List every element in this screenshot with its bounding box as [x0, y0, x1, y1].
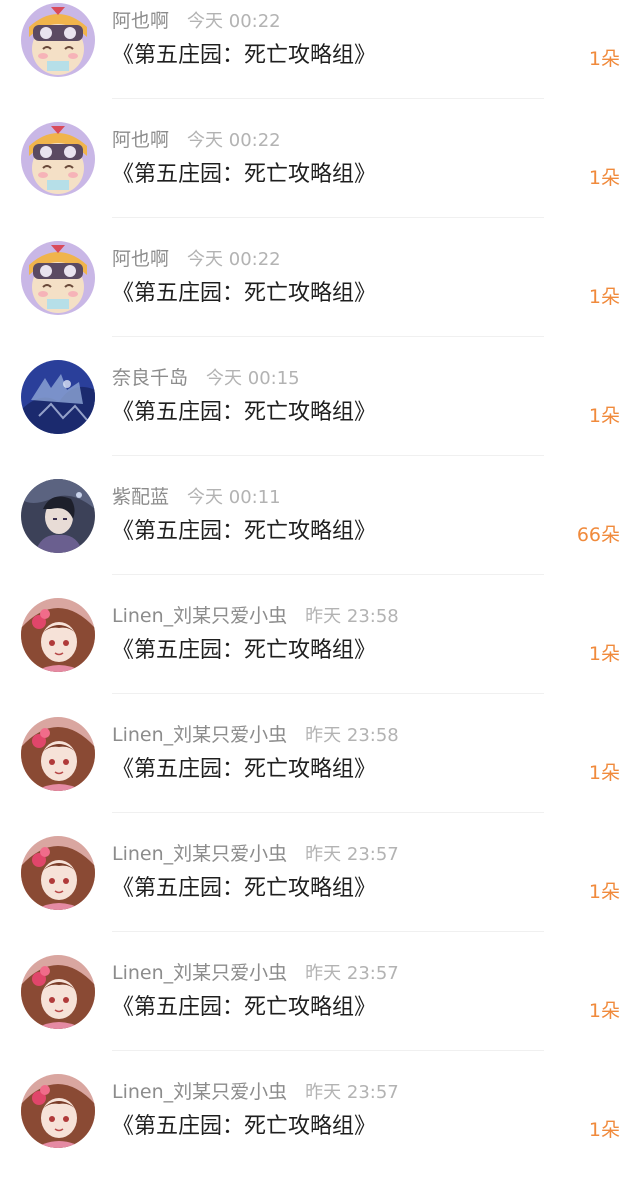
divider	[112, 217, 544, 218]
divider	[112, 455, 544, 456]
list-item[interactable]: Linen_刘某只爱小虫 昨天 23:57 《第五庄园：死亡攻略组》 1朵	[0, 952, 640, 1071]
work-title[interactable]: 《第五庄园：死亡攻略组》	[112, 632, 376, 664]
anime-girl-goggles-avatar[interactable]	[21, 241, 95, 315]
timestamp: 昨天 23:57	[305, 963, 399, 984]
sender-name[interactable]: 奈良千岛	[112, 363, 188, 390]
sender-name[interactable]: Linen_刘某只爱小虫	[112, 720, 287, 747]
timestamp: 今天 00:22	[187, 249, 281, 270]
divider	[112, 336, 544, 337]
list-item[interactable]: 阿也啊 今天 00:22 《第五庄园：死亡攻略组》 1朵	[0, 119, 640, 238]
timestamp: 今天 00:11	[187, 487, 281, 508]
anime-girl-flower-avatar[interactable]	[21, 717, 95, 791]
anime-girl-flower-avatar[interactable]	[21, 955, 95, 1029]
work-title[interactable]: 《第五庄园：死亡攻略组》	[112, 275, 376, 307]
list-item[interactable]: Linen_刘某只爱小虫 昨天 23:57 《第五庄园：死亡攻略组》 1朵	[0, 833, 640, 952]
timestamp: 今天 00:22	[187, 130, 281, 151]
anime-girl-flower-avatar[interactable]	[21, 836, 95, 910]
work-title[interactable]: 《第五庄园：死亡攻略组》	[112, 1108, 376, 1140]
anime-girl-flower-avatar[interactable]	[21, 598, 95, 672]
flower-count: 1朵	[588, 286, 620, 308]
timestamp: 昨天 23:58	[305, 606, 399, 627]
timestamp: 昨天 23:57	[305, 1082, 399, 1103]
divider	[112, 693, 544, 694]
anime-girl-flower-avatar[interactable]	[21, 1074, 95, 1148]
anime-girl-goggles-avatar[interactable]	[21, 122, 95, 196]
flower-count: 1朵	[588, 1119, 620, 1141]
flower-count: 1朵	[588, 881, 620, 903]
sender-name[interactable]: Linen_刘某只爱小虫	[112, 958, 287, 985]
sender-name[interactable]: Linen_刘某只爱小虫	[112, 1077, 287, 1104]
flower-count: 1朵	[588, 48, 620, 70]
list-item[interactable]: 紫配蓝 今天 00:11 《第五庄园：死亡攻略组》 66朵	[0, 476, 640, 595]
work-title[interactable]: 《第五庄园：死亡攻略组》	[112, 870, 376, 902]
work-title[interactable]: 《第五庄园：死亡攻略组》	[112, 513, 376, 545]
timestamp: 今天 00:15	[206, 368, 300, 389]
sender-name[interactable]: 阿也啊	[112, 244, 169, 271]
list-item[interactable]: 奈良千岛 今天 00:15 《第五庄园：死亡攻略组》 1朵	[0, 357, 640, 476]
divider	[112, 812, 544, 813]
divider	[112, 931, 544, 932]
timestamp: 昨天 23:58	[305, 725, 399, 746]
divider	[112, 1050, 544, 1051]
work-title[interactable]: 《第五庄园：死亡攻略组》	[112, 751, 376, 783]
flower-count: 66朵	[576, 524, 620, 546]
sender-name[interactable]: Linen_刘某只爱小虫	[112, 839, 287, 866]
timestamp: 昨天 23:57	[305, 844, 399, 865]
sender-name[interactable]: 阿也啊	[112, 125, 169, 152]
anime-girl-goggles-avatar[interactable]	[21, 3, 95, 77]
flower-count: 1朵	[588, 762, 620, 784]
list-item[interactable]: 阿也啊 今天 00:22 《第五庄园：死亡攻略组》 1朵	[0, 0, 640, 119]
work-title[interactable]: 《第五庄园：死亡攻略组》	[112, 394, 376, 426]
work-title[interactable]: 《第五庄园：死亡攻略组》	[112, 989, 376, 1021]
list-item[interactable]: 阿也啊 今天 00:22 《第五庄园：死亡攻略组》 1朵	[0, 238, 640, 357]
flower-count: 1朵	[588, 1000, 620, 1022]
timestamp: 今天 00:22	[187, 11, 281, 32]
flower-count: 1朵	[588, 643, 620, 665]
flower-count: 1朵	[588, 167, 620, 189]
list-item[interactable]: Linen_刘某只爱小虫 昨天 23:58 《第五庄园：死亡攻略组》 1朵	[0, 714, 640, 833]
gift-record-list: 阿也啊 今天 00:22 《第五庄园：死亡攻略组》 1朵 阿也啊 今天 00:2…	[0, 0, 640, 1168]
blue-silhouette-avatar[interactable]	[21, 360, 95, 434]
dark-haired-character-avatar[interactable]	[21, 479, 95, 553]
flower-count: 1朵	[588, 405, 620, 427]
sender-name[interactable]: 阿也啊	[112, 6, 169, 33]
sender-name[interactable]: 紫配蓝	[112, 482, 169, 509]
divider	[112, 574, 544, 575]
sender-name[interactable]: Linen_刘某只爱小虫	[112, 601, 287, 628]
divider	[112, 98, 544, 99]
work-title[interactable]: 《第五庄园：死亡攻略组》	[112, 37, 376, 69]
work-title[interactable]: 《第五庄园：死亡攻略组》	[112, 156, 376, 188]
list-item[interactable]: Linen_刘某只爱小虫 昨天 23:57 《第五庄园：死亡攻略组》 1朵	[0, 1071, 640, 1190]
list-item[interactable]: Linen_刘某只爱小虫 昨天 23:58 《第五庄园：死亡攻略组》 1朵	[0, 595, 640, 714]
